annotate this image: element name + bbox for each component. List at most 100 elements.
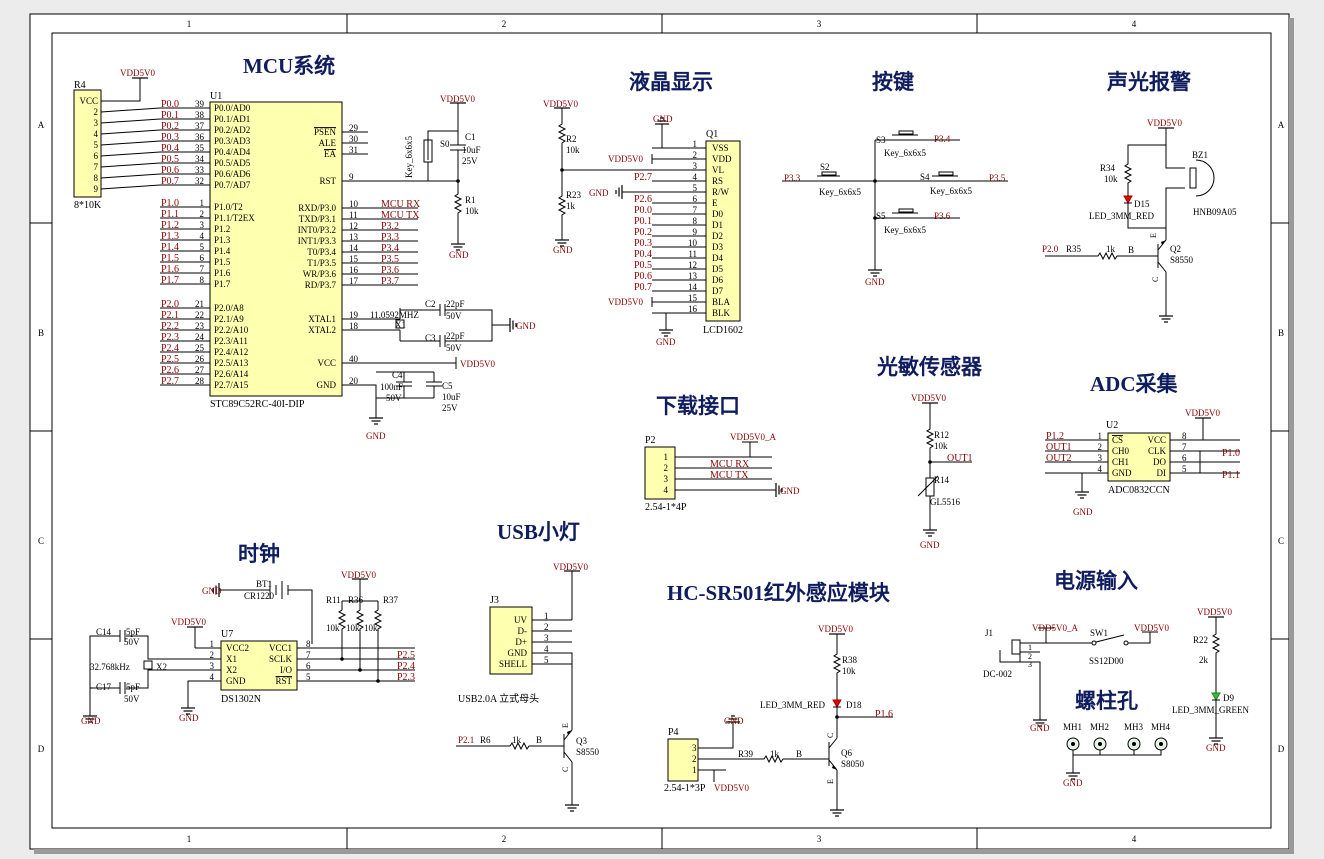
- r37-value: 10k: [364, 623, 378, 633]
- lcd-pin-number: 15: [688, 293, 698, 303]
- lcd-pin-name: D6: [712, 275, 723, 285]
- mounting-hole-label: MH2: [1090, 722, 1109, 732]
- q2-designator: Q2: [1170, 244, 1181, 254]
- q2-e-label: E: [1149, 233, 1158, 238]
- u1-pin-number: 1: [200, 198, 205, 208]
- u1-pin-name: P1.0/T2: [214, 202, 243, 212]
- net-label-p1-3: P1.3: [161, 231, 179, 242]
- r37-designator: R37: [383, 595, 399, 605]
- net-label-p0-6: P0.6: [634, 271, 652, 282]
- lcd-pin-name: BLA: [712, 297, 731, 307]
- u7-designator: U7: [221, 629, 233, 640]
- net-label-out1: OUT1: [947, 453, 973, 464]
- s3-designator: S3: [876, 135, 886, 145]
- u2-pin-number: 3: [1098, 453, 1103, 463]
- p2-pin-number: 4: [664, 485, 669, 495]
- r2-designator: R2: [566, 134, 577, 144]
- c14-value: 5pF: [126, 627, 140, 637]
- lcd-pin-name: D3: [712, 242, 723, 252]
- d18-designator: D18: [846, 700, 862, 710]
- d15-part: LED_3MM_RED: [1089, 211, 1155, 221]
- c2-designator: C2: [425, 299, 436, 309]
- u1-pin-number: 5: [200, 242, 205, 252]
- lcd-pin-number: 1: [693, 139, 698, 149]
- net-label-p1-2: P1.2: [161, 220, 179, 231]
- bt1-part: CR1220: [244, 591, 275, 601]
- row-label-d-right: D: [1278, 744, 1285, 754]
- r23-designator: R23: [566, 190, 582, 200]
- u1-pin-name-right: GND: [317, 380, 337, 390]
- net-label-p1-1: P1.1: [161, 209, 179, 220]
- net-label-p0-4: P0.4: [161, 143, 179, 154]
- u7-pin-name-right: RST: [275, 676, 292, 686]
- r39-designator: R39: [738, 749, 754, 759]
- r22-value: 2k: [1199, 655, 1209, 665]
- c14-designator: C14: [96, 627, 112, 637]
- lcd-designator: Q1: [706, 129, 718, 140]
- net-label-p0-3: P0.3: [161, 132, 179, 143]
- title-keys: 按键: [872, 70, 914, 94]
- net-label-p2-6: P2.6: [161, 365, 179, 376]
- lcd-vdd-net-label: VDD5V0: [608, 297, 643, 307]
- j1-part: DC-002: [983, 669, 1012, 679]
- c3-value: 22pF: [446, 331, 465, 341]
- u1-pin-number: 35: [195, 143, 205, 153]
- lcd-pin-name: BLK: [712, 308, 731, 318]
- q3-part: S8550: [576, 747, 600, 757]
- r4-pin-label: 8: [94, 173, 99, 183]
- c4-voltage: 50V: [386, 393, 402, 403]
- r4-pin-label: 5: [94, 140, 99, 150]
- c14-voltage: 50V: [124, 637, 140, 647]
- u1-pin-name: P0.1/AD1: [214, 114, 250, 124]
- p4-designator: P4: [668, 727, 679, 738]
- u2-designator: U2: [1106, 420, 1118, 431]
- u1-pin-name: P2.1/A9: [214, 314, 244, 324]
- lcd-pin-name: RS: [712, 176, 723, 186]
- u1-pin-number: 32: [195, 176, 204, 186]
- u2-pin-name-right: VCC: [1147, 435, 1166, 445]
- junction: [376, 679, 380, 683]
- q6-designator: Q6: [841, 748, 852, 758]
- net-label-mcu-rx: MCU RX: [381, 199, 421, 210]
- net-label-p0-7: P0.7: [634, 282, 652, 293]
- net-label-p0-7: P0.7: [161, 176, 179, 187]
- u7-pin-name-right: VCC1: [269, 643, 292, 653]
- row-label-c-right: C: [1278, 536, 1284, 546]
- led-vdd-label: VDD5V0: [1197, 607, 1232, 617]
- u1-pin-name-right: XTAL2: [308, 325, 336, 335]
- net-label-p2-5: P2.5: [161, 354, 179, 365]
- u1-pin-name-right: PSEN: [314, 127, 337, 137]
- p4-gnd-label: GND: [724, 716, 744, 726]
- lcd-pin-number: 7: [693, 205, 698, 215]
- net-label-p1-6: P1.6: [875, 709, 893, 720]
- c3-voltage: 50V: [446, 343, 462, 353]
- bz1-part: HNB09A05: [1193, 207, 1237, 217]
- r35-value: 1k: [1106, 244, 1116, 254]
- net-label-p2-7: P2.7: [161, 376, 179, 387]
- c1-value: 10uF: [462, 145, 481, 155]
- net-label-mcu-tx: MCU TX: [710, 470, 749, 481]
- lcd-pin-name: D2: [712, 231, 723, 241]
- col-label-1-bottom: 1: [187, 834, 192, 844]
- p2-part: 2.54-1*4P: [645, 502, 687, 513]
- lcd-pin-number: 10: [688, 238, 698, 248]
- r38-value: 10k: [842, 666, 856, 676]
- col-label-1: 1: [187, 19, 192, 29]
- u1-pin-name-right: EA: [324, 149, 336, 159]
- download-p2-header: [644, 446, 676, 500]
- row-label-b-right: B: [1278, 328, 1284, 338]
- q3-b-label: B: [536, 735, 542, 745]
- net-label-p3-7: P3.7: [381, 276, 399, 287]
- p2-vdd-label: VDD5V0_A: [730, 432, 776, 442]
- u1-pin-number: 3: [200, 220, 205, 230]
- key-net-p36: P3.6: [934, 211, 951, 221]
- r36-designator: R36: [348, 595, 364, 605]
- p4-vdd-label: VDD5V0: [714, 783, 749, 793]
- u1-pin-name: P2.3/A11: [214, 336, 248, 346]
- net-label-p0-1: P0.1: [161, 110, 179, 121]
- q3-designator: Q3: [576, 736, 587, 746]
- r14-designator: R14: [934, 475, 950, 485]
- u1-pin-name-right: WR/P3.6: [303, 269, 337, 279]
- u7-pin-number: 1: [210, 639, 215, 649]
- q2-b-label: B: [1128, 245, 1134, 255]
